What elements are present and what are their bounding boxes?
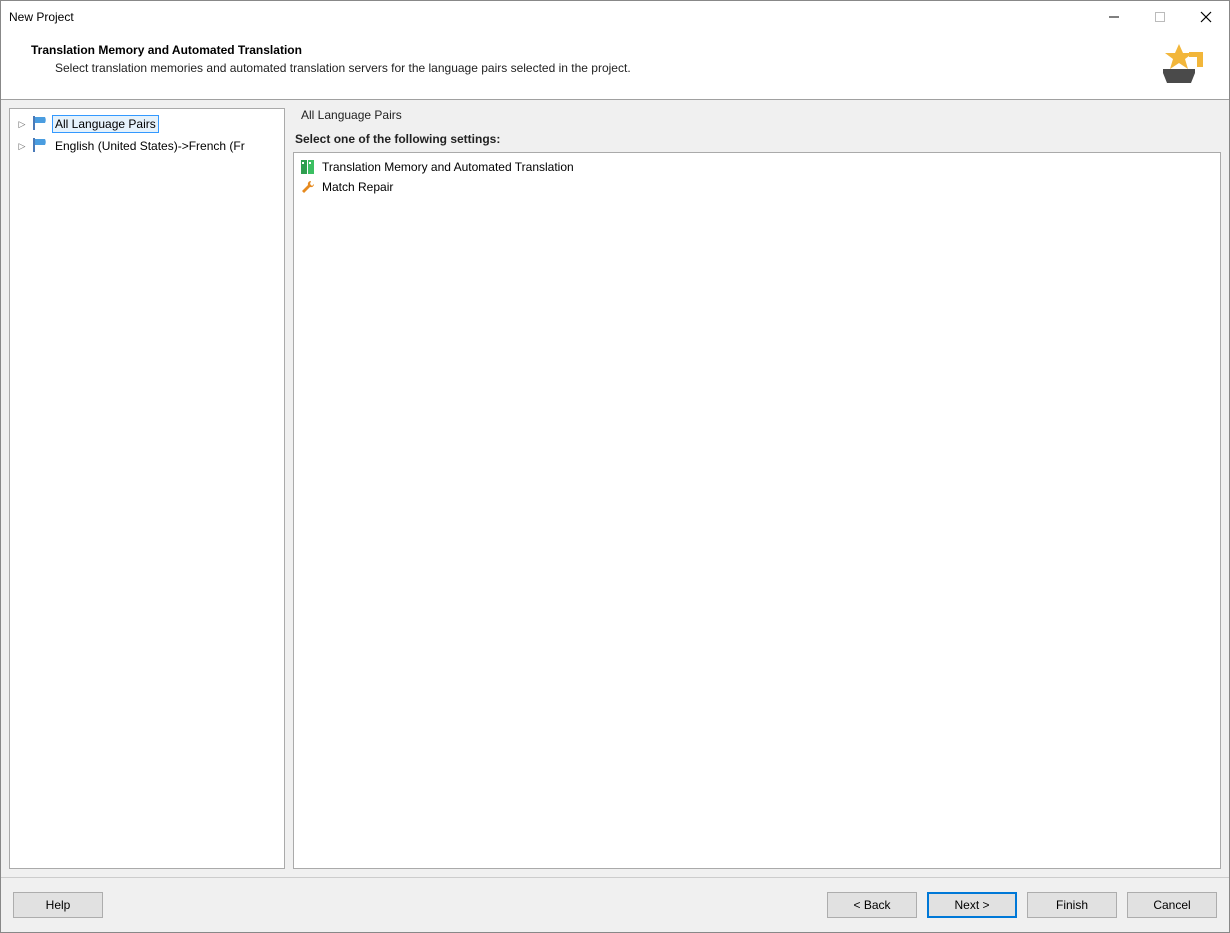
titlebar: New Project [1,1,1229,33]
settings-group-label: All Language Pairs [293,108,1221,122]
close-button[interactable] [1183,1,1229,33]
back-button[interactable]: < Back [827,892,917,918]
cancel-button[interactable]: Cancel [1127,892,1217,918]
wizard-icon [1155,43,1209,87]
next-button[interactable]: Next > [927,892,1017,918]
wizard-subtitle: Select translation memories and automate… [31,61,1155,75]
tree-item-label: All Language Pairs [55,117,156,131]
tree-item-label: English (United States)->French (Fr [55,139,245,153]
titlebar-buttons [1091,1,1229,33]
list-item-match-repair[interactable]: Match Repair [298,177,1216,197]
help-button[interactable]: Help [13,892,103,918]
content-area: ▷ All Language Pairs ▷ English (United S… [1,100,1229,878]
wizard-header-text: Translation Memory and Automated Transla… [31,43,1155,87]
settings-panel: All Language Pairs Select one of the fol… [293,108,1221,869]
minimize-button[interactable] [1091,1,1137,33]
tm-icon [300,159,316,175]
list-item-label: Translation Memory and Automated Transla… [322,160,574,174]
wrench-icon [300,179,316,195]
settings-list[interactable]: Translation Memory and Automated Transla… [293,152,1221,869]
tree-item-label-wrap: English (United States)->French (Fr [52,137,248,155]
flag-icon [32,138,48,155]
finish-button[interactable]: Finish [1027,892,1117,918]
window-title: New Project [9,10,1091,24]
language-pair-tree[interactable]: ▷ All Language Pairs ▷ English (United S… [9,108,285,869]
wizard-title: Translation Memory and Automated Transla… [31,43,1155,57]
settings-prompt: Select one of the following settings: [293,132,1221,146]
wizard-footer: Help < Back Next > Finish Cancel [1,878,1229,932]
list-item-label: Match Repair [322,180,393,194]
maximize-button [1137,1,1183,33]
flag-icon [32,116,48,133]
tree-item-all-language-pairs[interactable]: ▷ All Language Pairs [10,113,284,135]
tree-item-label-wrap: All Language Pairs [52,115,159,133]
wizard-header: Translation Memory and Automated Transla… [1,33,1229,100]
tree-item-language-pair[interactable]: ▷ English (United States)->French (Fr [10,135,284,157]
list-item-translation-memory[interactable]: Translation Memory and Automated Transla… [298,157,1216,177]
expand-icon[interactable]: ▷ [16,141,28,152]
expand-icon[interactable]: ▷ [16,119,28,130]
